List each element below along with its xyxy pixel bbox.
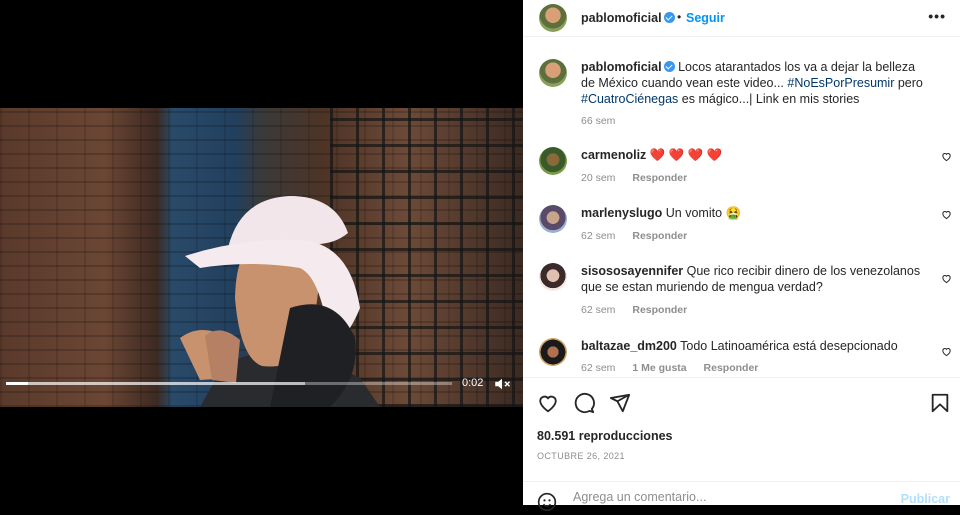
more-options-icon[interactable]: ••• [928, 8, 946, 24]
caption-meta: 66 sem [581, 115, 629, 127]
like-comment-icon[interactable] [941, 273, 952, 284]
author-username-row: pablomoficial [581, 11, 675, 25]
comment-content: ❤️ ❤️ ❤️ ❤️ [649, 148, 723, 162]
reply-button[interactable]: Responder [632, 304, 687, 316]
hashtag-link[interactable]: #CuatroCiénegas [581, 92, 678, 106]
comment-text: sisososayennifer Que rico recibir dinero… [581, 263, 931, 295]
commenter-username[interactable]: baltazae_dm200 [581, 339, 677, 353]
video-progress-fill [6, 382, 29, 385]
caption-part: es mágico...| Link en mis stories [681, 92, 860, 106]
author-avatar[interactable] [539, 4, 567, 32]
post-header: pablomoficial • Seguir ••• [523, 0, 960, 37]
video-frame[interactable] [0, 108, 523, 407]
comment-text: marlenyslugo Un vomito 🤮 [581, 205, 931, 221]
commenter-avatar[interactable] [539, 338, 567, 366]
verified-icon [663, 61, 675, 72]
author-username[interactable]: pablomoficial [581, 60, 662, 74]
video-buffer-bar [6, 382, 305, 385]
save-icon[interactable] [929, 392, 951, 414]
caption-part: pero [897, 76, 923, 90]
comment-likes[interactable]: 1 Me gusta [632, 362, 686, 374]
caption-time: 66 sem [581, 115, 616, 127]
comment-time: 62 sem [581, 304, 616, 316]
commenter-avatar[interactable] [539, 205, 567, 233]
comment-composer: Publicar [523, 481, 960, 512]
video-subject [180, 196, 380, 407]
comment-time: 62 sem [581, 362, 616, 374]
mute-icon[interactable] [493, 375, 511, 393]
share-icon[interactable] [609, 392, 631, 414]
comment-meta: 62 sem 1 Me gusta Responder [581, 362, 772, 374]
separator-dot: • [677, 10, 682, 24]
like-comment-icon[interactable] [941, 151, 952, 162]
video-time: 0:02 [462, 377, 484, 389]
author-username[interactable]: pablomoficial [581, 11, 662, 25]
commenter-avatar[interactable] [539, 147, 567, 175]
comment-meta: 62 sem Responder [581, 230, 701, 242]
post-actions: 80.591 reproducciones OCTUBRE 26, 2021 P… [523, 377, 960, 512]
commenter-username[interactable]: carmenoliz [581, 148, 646, 162]
post-date[interactable]: OCTUBRE 26, 2021 [537, 451, 625, 461]
comment-content: Un vomito 🤮 [665, 206, 742, 220]
comment-text: baltazae_dm200 Todo Latinoamérica está d… [581, 338, 931, 354]
comment-text: carmenoliz ❤️ ❤️ ❤️ ❤️ [581, 147, 931, 163]
like-comment-icon[interactable] [941, 209, 952, 220]
reply-button[interactable]: Responder [632, 172, 687, 184]
emoji-icon[interactable] [537, 492, 557, 512]
view-count[interactable]: 80.591 reproducciones [537, 429, 672, 443]
commenter-username[interactable]: sisososayennifer [581, 264, 683, 278]
comment-icon[interactable] [573, 392, 595, 414]
reply-button[interactable]: Responder [632, 230, 687, 242]
commenter-avatar[interactable] [539, 263, 567, 291]
comment-time: 20 sem [581, 172, 616, 184]
verified-icon [663, 12, 675, 23]
commenter-username[interactable]: marlenyslugo [581, 206, 662, 220]
reply-button[interactable]: Responder [704, 362, 759, 374]
comment-meta: 20 sem Responder [581, 172, 701, 184]
comment-input[interactable] [573, 490, 893, 504]
follow-button[interactable]: Seguir [686, 11, 725, 25]
caption-text: pablomoficial Locos atarantados los va a… [581, 59, 931, 107]
video-player[interactable]: 0:02 [0, 0, 523, 505]
hashtag-link[interactable]: #NoEsPorPresumir [787, 76, 894, 90]
like-icon[interactable] [537, 392, 559, 414]
publish-button[interactable]: Publicar [901, 492, 950, 506]
comment-content: Todo Latinoamérica está desepcionado [680, 339, 898, 353]
comments-list[interactable]: pablomoficial Locos atarantados los va a… [523, 45, 960, 377]
like-comment-icon[interactable] [941, 346, 952, 357]
comment-meta: 62 sem Responder [581, 304, 701, 316]
author-avatar[interactable] [539, 59, 567, 87]
video-progress-bar[interactable] [6, 382, 452, 385]
post-sidebar: pablomoficial • Seguir ••• pablomoficial… [523, 0, 960, 512]
comment-time: 62 sem [581, 230, 616, 242]
